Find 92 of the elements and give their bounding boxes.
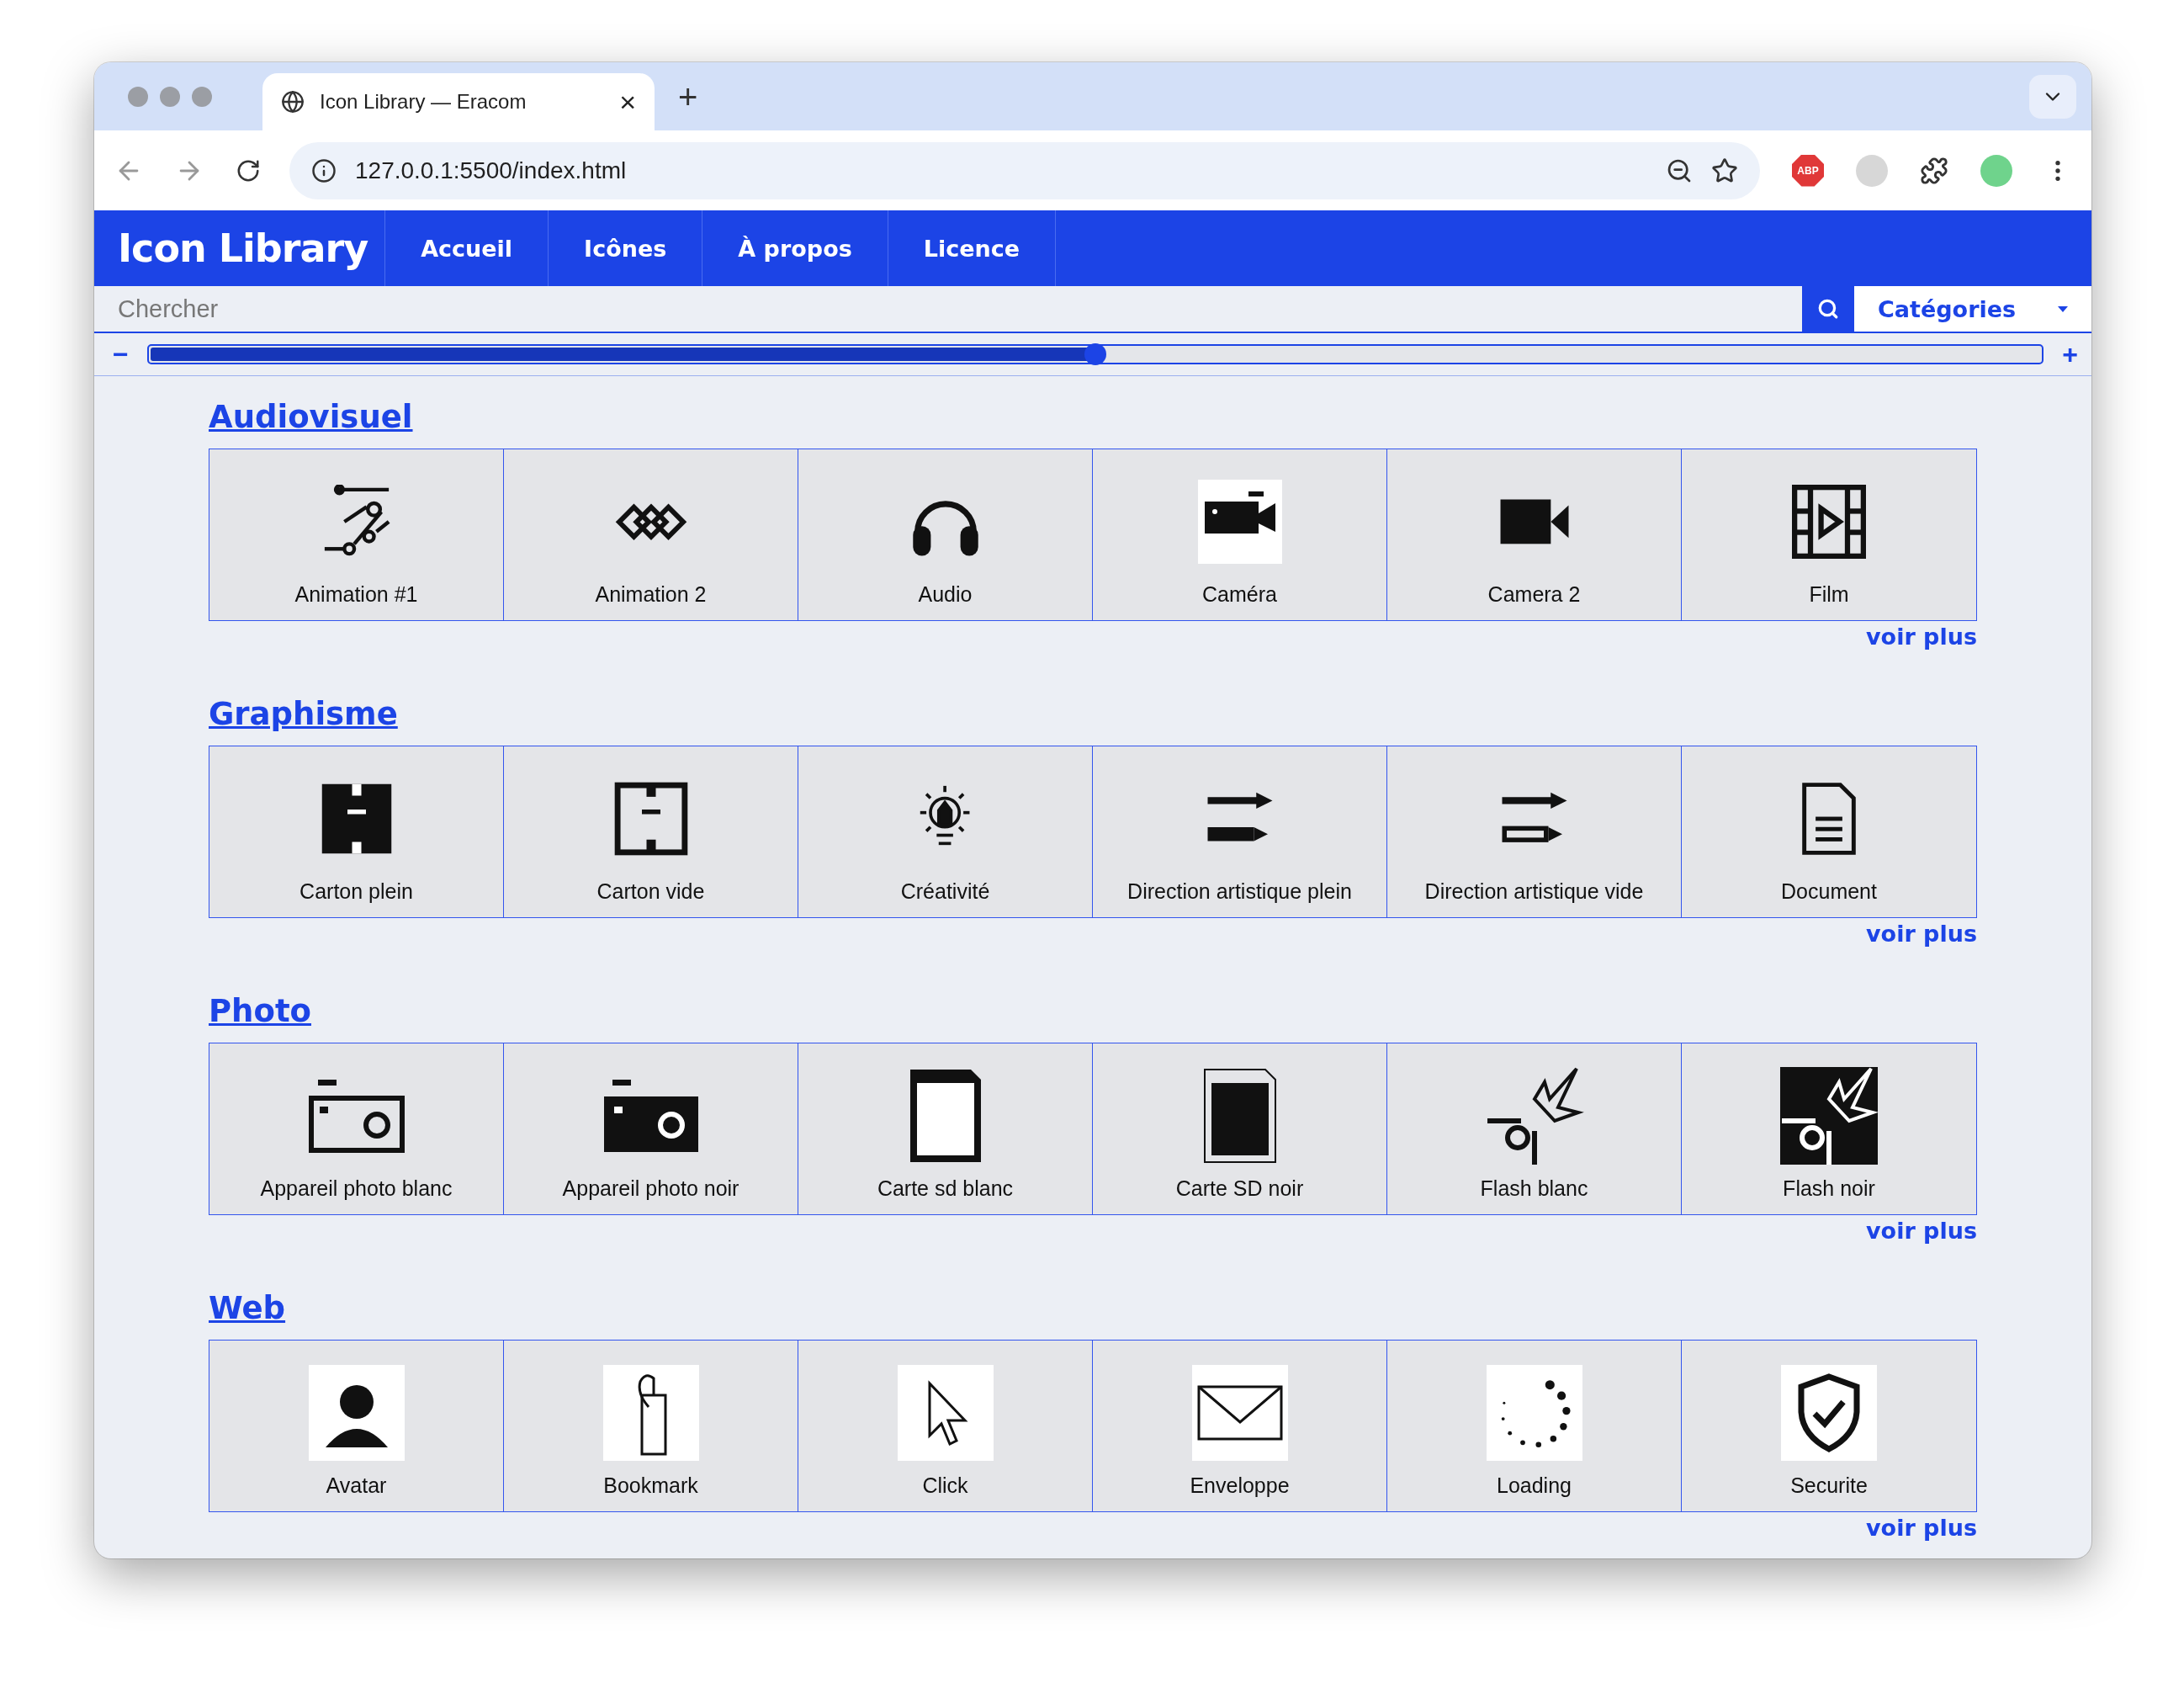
icon-label: Carte sd blanc (877, 1176, 1014, 1201)
box-outline-icon (613, 782, 688, 856)
icon-label: Carte SD noir (1175, 1176, 1304, 1201)
icon-card[interactable]: Loading (1387, 1341, 1682, 1511)
icon-card[interactable]: Avatar (209, 1341, 504, 1511)
icon-label: Avatar (326, 1473, 387, 1498)
icon-label: Enveloppe (1190, 1473, 1290, 1498)
section-heading[interactable]: Web (209, 1282, 286, 1333)
icon-card[interactable]: Enveloppe (1093, 1341, 1387, 1511)
extensions-icon[interactable] (1920, 156, 1948, 185)
icon-label: Securite (1790, 1473, 1868, 1498)
icon-label: Animation 2 (595, 582, 707, 607)
camera-icon (602, 1078, 700, 1154)
bookmark-icon (602, 1365, 699, 1461)
globe-icon (281, 90, 305, 114)
icon-label: Flash noir (1783, 1176, 1875, 1201)
camera-outline-icon (307, 1078, 406, 1154)
icon-card[interactable]: Caméra (1093, 449, 1387, 620)
icon-label: Click (922, 1473, 968, 1498)
slider-thumb[interactable] (1084, 343, 1106, 365)
icon-card[interactable]: Click (798, 1341, 1093, 1511)
close-window-dot[interactable] (128, 86, 148, 107)
icon-card[interactable]: Direction artistique plein (1093, 746, 1387, 917)
icon-card[interactable]: Animation #1 (209, 449, 504, 620)
icon-card[interactable]: Animation 2 (504, 449, 798, 620)
document-icon (1801, 782, 1857, 856)
icon-label: Loading (1497, 1473, 1572, 1498)
icon-label: Camera 2 (1487, 582, 1581, 607)
film-icon (1792, 485, 1866, 559)
icon-card[interactable]: Carte sd blanc (798, 1043, 1093, 1214)
icon-card[interactable]: Carton plein (209, 746, 504, 917)
icon-card[interactable]: Audio (798, 449, 1093, 620)
browser-tab[interactable]: Icon Library — Eracom × (262, 73, 655, 130)
icon-card[interactable]: Direction artistique vide (1387, 746, 1682, 917)
icon-label: Caméra (1202, 582, 1277, 607)
icon-card[interactable]: Créativité (798, 746, 1093, 917)
search-button[interactable] (1802, 286, 1854, 332)
icon-card[interactable]: Appareil photo blanc (209, 1043, 504, 1214)
section-heading[interactable]: Audiovisuel (209, 391, 413, 442)
icon-label: Animation #1 (294, 582, 418, 607)
icon-card[interactable]: Film (1682, 449, 1976, 620)
maximize-window-dot[interactable] (192, 86, 212, 107)
icon-card[interactable]: Bookmark (504, 1341, 798, 1511)
adblock-extension-icon[interactable]: ABP (1792, 154, 1824, 187)
icon-card[interactable]: Carton vide (504, 746, 798, 917)
icon-label: Créativité (900, 879, 990, 904)
flash-icon (1778, 1065, 1879, 1166)
section-heading[interactable]: Graphisme (209, 688, 398, 739)
zoom-in-button[interactable]: + (2062, 341, 2078, 368)
icon-label: Flash blanc (1480, 1176, 1588, 1201)
minimize-window-dot[interactable] (160, 86, 180, 107)
see-more-link[interactable]: voir plus (1866, 1512, 1977, 1542)
categories-dropdown[interactable]: Catégories (1854, 286, 2091, 332)
shield-check-icon (1781, 1365, 1877, 1461)
icon-label: Direction artistique plein (1127, 879, 1352, 904)
bookmark-star-icon[interactable] (1711, 157, 1738, 184)
url-text: 127.0.0.1:5500/index.html (355, 157, 628, 184)
icon-label: Carton vide (596, 879, 705, 904)
info-icon[interactable] (311, 157, 337, 183)
envelope-icon (1191, 1365, 1288, 1461)
see-more-link[interactable]: voir plus (1866, 1215, 1977, 1245)
tab-list-button[interactable] (2029, 74, 2076, 119)
icon-card[interactable]: Carte SD noir (1093, 1043, 1387, 1214)
address-bar[interactable]: 127.0.0.1:5500/index.html (289, 141, 1760, 199)
icon-card[interactable]: Securite (1682, 1341, 1976, 1511)
section-heading[interactable]: Photo (209, 985, 311, 1036)
search-icon (1817, 298, 1839, 320)
icon-label: Direction artistique vide (1424, 879, 1644, 904)
icon-card[interactable]: Flash noir (1682, 1043, 1976, 1214)
icon-label: Carton plein (300, 879, 413, 904)
spinner-icon (1486, 1365, 1582, 1461)
new-tab-button[interactable]: + (678, 79, 698, 114)
icon-label: Audio (918, 582, 973, 607)
search-field[interactable]: Chercher (94, 286, 1802, 332)
icon-card[interactable]: Document (1682, 746, 1976, 917)
size-slider[interactable] (146, 344, 2044, 364)
icon-card[interactable]: Appareil photo noir (504, 1043, 798, 1214)
icon-label: Appareil photo blanc (260, 1176, 453, 1201)
icon-card[interactable]: Flash blanc (1387, 1043, 1682, 1214)
icon-card[interactable]: Camera 2 (1387, 449, 1682, 620)
icon-label: Bookmark (603, 1473, 698, 1498)
icon-label: Document (1781, 879, 1877, 904)
icon-label: Film (1809, 582, 1849, 607)
cursor-icon (897, 1365, 994, 1461)
icon-label: Appareil photo noir (562, 1176, 739, 1201)
tab-title: Icon Library — Eracom (320, 90, 527, 114)
see-more-link[interactable]: voir plus (1866, 621, 1977, 651)
video-camera-icon (1197, 480, 1282, 564)
tab-close-button[interactable]: × (619, 88, 636, 116)
zoom-out-button[interactable]: − (113, 341, 129, 368)
see-more-link[interactable]: voir plus (1866, 918, 1977, 948)
person-icon (308, 1365, 405, 1461)
